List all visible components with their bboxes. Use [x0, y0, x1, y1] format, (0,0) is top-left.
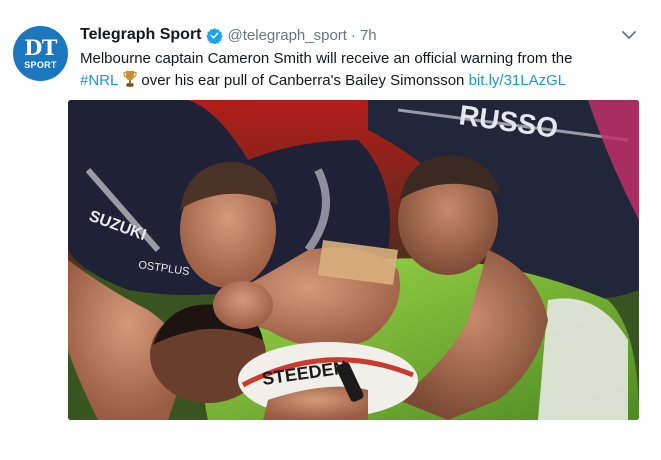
tweet-card[interactable]: DT SPORT Telegraph Sport @telegraph_spor… [0, 0, 661, 460]
tweet-photo[interactable]: RUSSO SUZUKI OSTPLUS STEEDEN [68, 100, 639, 420]
trophy-emoji-icon [123, 70, 137, 88]
article-link[interactable]: bit.ly/31LAzGL [469, 72, 567, 89]
hashtag-link[interactable]: #NRL [80, 72, 118, 89]
author-handle[interactable]: @telegraph_sport [228, 27, 347, 44]
tweet-text-line-2: #NRL over his ear pull of Canberra's Bai… [80, 70, 650, 92]
chevron-down-icon[interactable] [621, 28, 637, 40]
tweet-timestamp[interactable]: 7h [360, 27, 377, 44]
tweet-text: Melbourne captain Cameron Smith will rec… [80, 48, 650, 92]
tweet-text-continued: over his ear pull of Canberra's Bailey S… [141, 72, 465, 89]
photo-illustration: RUSSO SUZUKI OSTPLUS STEEDEN [68, 100, 639, 420]
tweet-text-line-1: Melbourne captain Cameron Smith will rec… [80, 50, 573, 67]
author-name[interactable]: Telegraph Sport [80, 26, 202, 44]
avatar-subtitle: SPORT [24, 60, 57, 70]
verified-badge-icon [205, 27, 223, 44]
header-separator: · [350, 26, 356, 44]
author-avatar[interactable]: DT SPORT [13, 26, 68, 81]
avatar-monogram: DT [24, 35, 57, 60]
tweet-header: Telegraph Sport @telegraph_sport · 7h [80, 24, 377, 46]
